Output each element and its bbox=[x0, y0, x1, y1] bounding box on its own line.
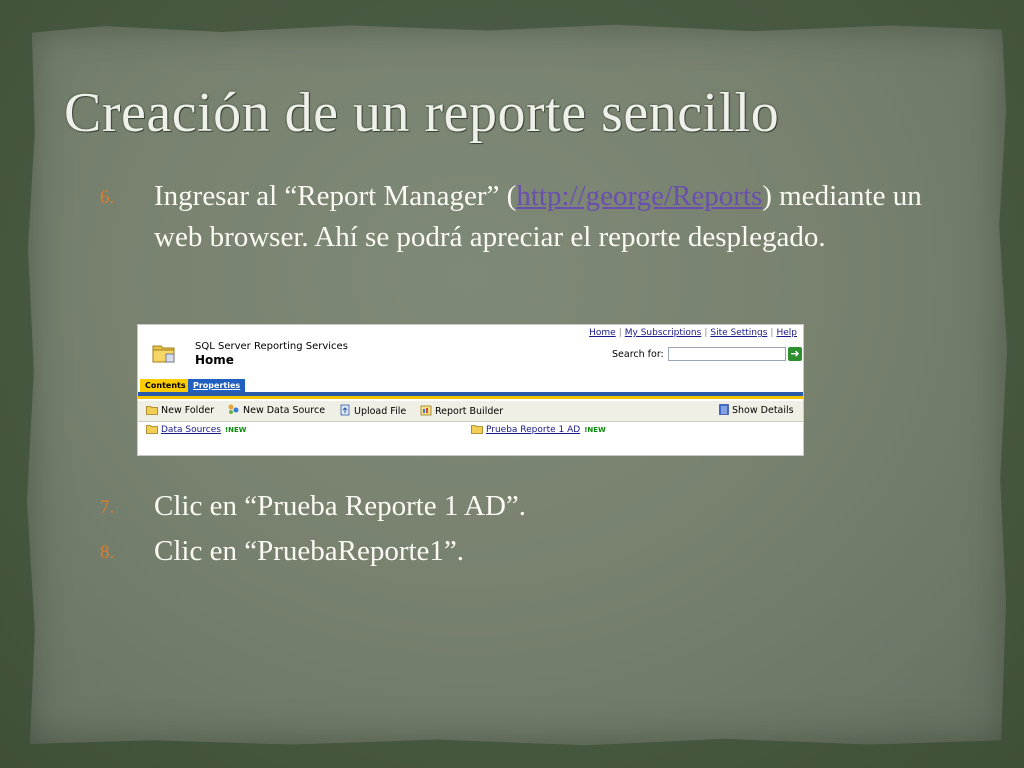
contents-list: Data Sources !NEW Prueba Reporte 1 AD !NEW bbox=[138, 424, 803, 438]
tab-divider-yellow bbox=[138, 396, 803, 399]
new-folder-button[interactable]: New Folder bbox=[146, 404, 214, 420]
top-links: Home | My Subscriptions | Site Settings | Help bbox=[589, 328, 797, 338]
folder-icon bbox=[471, 424, 483, 439]
product-name: SQL Server Reporting Services bbox=[195, 341, 348, 352]
tab-contents[interactable]: Contents bbox=[140, 379, 191, 393]
help-link[interactable]: Help bbox=[776, 328, 797, 338]
arrow-right-icon: ➜ bbox=[790, 347, 800, 360]
data-source-icon bbox=[227, 404, 240, 420]
search-go-button[interactable]: ➜ bbox=[788, 347, 802, 361]
data-sources-link[interactable]: Data Sources bbox=[161, 425, 221, 435]
new-data-source-button[interactable]: New Data Source bbox=[227, 404, 325, 420]
report-manager-screenshot: SQL Server Reporting Services Home Home |… bbox=[137, 324, 804, 456]
report-manager-link[interactable]: http://george/Reports bbox=[516, 180, 762, 212]
item-number: 7. bbox=[100, 497, 115, 518]
item-text: Clic en “Prueba Reporte 1 AD”. bbox=[154, 490, 527, 522]
new-folder-icon bbox=[146, 405, 158, 420]
toolbar: New Folder New Data Source Upload File R… bbox=[138, 401, 803, 422]
prueba-reporte-link[interactable]: Prueba Reporte 1 AD bbox=[486, 425, 580, 435]
item-number: 8. bbox=[100, 542, 115, 563]
item-number: 6. bbox=[100, 187, 115, 208]
report-builder-icon bbox=[420, 404, 432, 421]
home-link[interactable]: Home bbox=[589, 328, 616, 338]
folder-icon bbox=[152, 342, 176, 363]
show-details-button[interactable]: Show Details bbox=[719, 404, 794, 420]
site-settings-link[interactable]: Site Settings bbox=[710, 328, 767, 338]
list-item: Data Sources !NEW bbox=[146, 424, 247, 439]
new-badge: !NEW bbox=[224, 426, 247, 434]
upload-icon bbox=[340, 404, 351, 421]
report-manager-header: SQL Server Reporting Services Home Home |… bbox=[138, 325, 803, 379]
link-separator: | bbox=[618, 328, 622, 338]
search-input[interactable] bbox=[668, 347, 786, 361]
report-builder-label: Report Builder bbox=[435, 406, 504, 417]
new-data-source-label: New Data Source bbox=[243, 405, 326, 416]
folder-icon bbox=[146, 424, 158, 439]
item-text: Ingresar al “Report Manager” (http://geo… bbox=[154, 176, 954, 258]
search-label: Search for: bbox=[612, 349, 664, 360]
link-separator: | bbox=[770, 328, 774, 338]
show-details-label: Show Details bbox=[732, 405, 794, 416]
page-title: Home bbox=[195, 353, 234, 367]
item-text: Clic en “PruebaReporte1”. bbox=[154, 535, 465, 567]
upload-file-button[interactable]: Upload File bbox=[340, 404, 406, 421]
slide-title: Creación de un reporte sencillo bbox=[64, 82, 780, 144]
list-item: Prueba Reporte 1 AD !NEW bbox=[471, 424, 606, 439]
new-folder-label: New Folder bbox=[161, 405, 215, 416]
details-icon bbox=[719, 404, 729, 420]
tabs: Contents Properties bbox=[138, 379, 803, 393]
my-subscriptions-link[interactable]: My Subscriptions bbox=[625, 328, 702, 338]
new-badge: !NEW bbox=[584, 426, 606, 434]
upload-file-label: Upload File bbox=[354, 406, 407, 417]
link-separator: | bbox=[704, 328, 708, 338]
report-builder-button[interactable]: Report Builder bbox=[420, 404, 503, 421]
tab-properties[interactable]: Properties bbox=[188, 379, 246, 393]
item-text-before: Ingresar al “Report Manager” ( bbox=[154, 180, 517, 212]
